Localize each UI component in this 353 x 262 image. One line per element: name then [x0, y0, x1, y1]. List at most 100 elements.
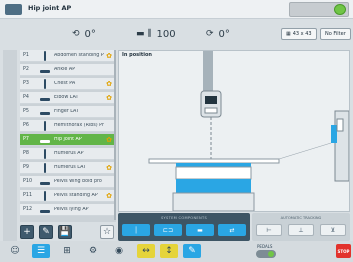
- standing-patient-icon: [40, 51, 50, 61]
- tracking-table-button[interactable]: ⊥: [288, 224, 314, 236]
- toolbar: ⟲ 0° ▬ ⫼ 100 ⟳ 0° ▦ 43 x 43 No Filter: [0, 20, 353, 48]
- patient-icon[interactable]: ☺: [6, 244, 24, 258]
- tracking-wall-button[interactable]: ⊢: [256, 224, 282, 236]
- program-code: P10: [23, 179, 32, 184]
- field-size-button[interactable]: ▦ 43 x 43: [281, 28, 317, 40]
- program-item[interactable]: P12 Pelvis lying AP: [20, 204, 116, 216]
- status-indicator[interactable]: [289, 2, 349, 17]
- component-tube-button[interactable]: │: [122, 224, 150, 236]
- program-item[interactable]: P4 Elbow LAT ✿: [20, 92, 116, 104]
- program-label: Humerus AP: [54, 151, 84, 156]
- tube-angle[interactable]: ⟲ 0°: [72, 27, 96, 41]
- sid-value: 100: [156, 28, 176, 40]
- program-item[interactable]: P11 Pelvis standing AP ✿: [20, 190, 116, 202]
- program-label: Hemithorax (Ribs) Pr: [54, 123, 104, 128]
- table-base: [176, 179, 251, 193]
- program-item[interactable]: P2 Ankle AP: [20, 64, 116, 76]
- add-button[interactable]: +: [20, 225, 34, 239]
- rotation-icon: ⟲: [72, 29, 80, 39]
- favorite-star-icon[interactable]: ✿: [106, 52, 112, 60]
- detector-angle[interactable]: ⟳ 0°: [206, 27, 230, 41]
- status-dot-icon: [334, 4, 346, 15]
- program-code: P2: [23, 67, 29, 72]
- component-table-button[interactable]: ▬: [186, 224, 214, 236]
- favorite-button[interactable]: ☆: [100, 225, 114, 239]
- lying-patient-icon: [40, 177, 50, 187]
- wall-handle: [336, 118, 344, 132]
- list-scrollbar[interactable]: [114, 50, 116, 220]
- system-illustration: [148, 51, 349, 211]
- program-code: P4: [23, 95, 29, 100]
- automatic-tracking-panel: AUTOMATIC TRACKING ⊢ ⊥ ⊻: [252, 213, 350, 241]
- program-label: Humerus LAT: [54, 165, 86, 170]
- favorite-star-icon[interactable]: ✿: [106, 164, 112, 172]
- list-actions: + ✎ 💾 ☆: [20, 225, 116, 239]
- program-item[interactable]: P10 Pelvis wing bold pro: [20, 176, 116, 188]
- program-code: P7: [23, 137, 29, 142]
- program-code: P9: [23, 165, 29, 170]
- program-label: Pelvis standing AP: [54, 193, 98, 198]
- favorite-star-icon[interactable]: ✿: [106, 94, 112, 102]
- system-components-title: SYSTEM COMPONENTS: [160, 216, 208, 220]
- lying-patient-icon: [40, 135, 50, 145]
- program-label: Chest PA: [54, 81, 76, 86]
- program-label: Hip joint AP: [54, 137, 82, 142]
- favorite-star-icon[interactable]: ✿: [106, 192, 112, 200]
- program-item[interactable]: P1 Abdomen standing P ✿: [20, 50, 116, 62]
- filter-button[interactable]: No Filter: [320, 28, 351, 40]
- favorite-star-icon[interactable]: ✿: [106, 136, 112, 144]
- table-detector: [176, 163, 251, 167]
- lying-patient-icon: [40, 93, 50, 103]
- layout-icon[interactable]: ⊞: [58, 244, 76, 258]
- pedals-toggle[interactable]: [256, 250, 276, 258]
- standing-patient-icon: [40, 191, 50, 201]
- program-item[interactable]: P9 Humerus LAT ✿: [20, 162, 116, 174]
- settings-icon[interactable]: ⚙: [84, 244, 102, 258]
- lying-patient-icon: [40, 65, 50, 75]
- pedals-label: PEDALS: [257, 244, 273, 249]
- auto-position-button[interactable]: ✎: [183, 244, 201, 258]
- program-code: P12: [23, 207, 32, 212]
- list-view-icon[interactable]: ☰: [32, 244, 50, 258]
- program-label: Ankle AP: [54, 67, 76, 72]
- program-code: P3: [23, 81, 29, 86]
- table-top[interactable]: [148, 158, 280, 164]
- save-button[interactable]: 💾: [58, 225, 72, 239]
- standing-patient-icon: [40, 149, 50, 159]
- monitor-icon: [5, 4, 22, 15]
- bottom-bar: ☺ ☰ ⊞ ⚙ ◉ ↔ ↕ ✎ PEDALS: [0, 241, 353, 262]
- standing-patient-icon: [40, 121, 50, 131]
- program-item[interactable]: P8 Humerus AP: [20, 148, 116, 160]
- program-item[interactable]: P6 Hemithorax (Ribs) Pr: [20, 120, 116, 132]
- lying-patient-icon: [40, 205, 50, 215]
- lying-patient-icon: [40, 107, 50, 117]
- program-label: Abdomen standing P: [54, 53, 104, 58]
- component-collimator-button[interactable]: ⊏⊐: [154, 224, 182, 236]
- standing-patient-icon: [40, 163, 50, 173]
- sid-icon: ▬ ⫼: [136, 29, 152, 39]
- system-view: In position: [118, 50, 350, 212]
- tube-angle-value: 0°: [84, 28, 96, 40]
- program-item[interactable]: P7 Hip joint AP ✿: [20, 134, 116, 146]
- stop-button[interactable]: STOP: [336, 244, 351, 258]
- wall-guide-line: [278, 142, 332, 160]
- program-label: Pelvis lying AP: [54, 207, 89, 212]
- preview-icon[interactable]: ◉: [110, 244, 128, 258]
- favorite-star-icon[interactable]: ✿: [106, 80, 112, 88]
- system-components-panel: SYSTEM COMPONENTS │ ⊏⊐ ▬ ⇄: [118, 213, 250, 241]
- move-horizontal-button[interactable]: ↔: [137, 244, 155, 258]
- automatic-tracking-title: AUTOMATIC TRACKING: [280, 216, 322, 220]
- pedals-toggle-knob: [268, 251, 274, 257]
- program-item[interactable]: P5 Finger LAT: [20, 106, 116, 118]
- program-code: P5: [23, 109, 29, 114]
- program-label: Finger LAT: [54, 109, 79, 114]
- sid-control[interactable]: ▬ ⫼ 100: [136, 27, 176, 41]
- component-transfer-button[interactable]: ⇄: [218, 224, 246, 236]
- program-item[interactable]: P3 Chest PA ✿: [20, 78, 116, 90]
- tracking-free-button[interactable]: ⊻: [320, 224, 346, 236]
- table-foot: [172, 192, 255, 211]
- move-vertical-button[interactable]: ↕: [160, 244, 178, 258]
- standing-patient-icon: [40, 79, 50, 89]
- edit-button[interactable]: ✎: [39, 225, 53, 239]
- program-code: P8: [23, 151, 29, 156]
